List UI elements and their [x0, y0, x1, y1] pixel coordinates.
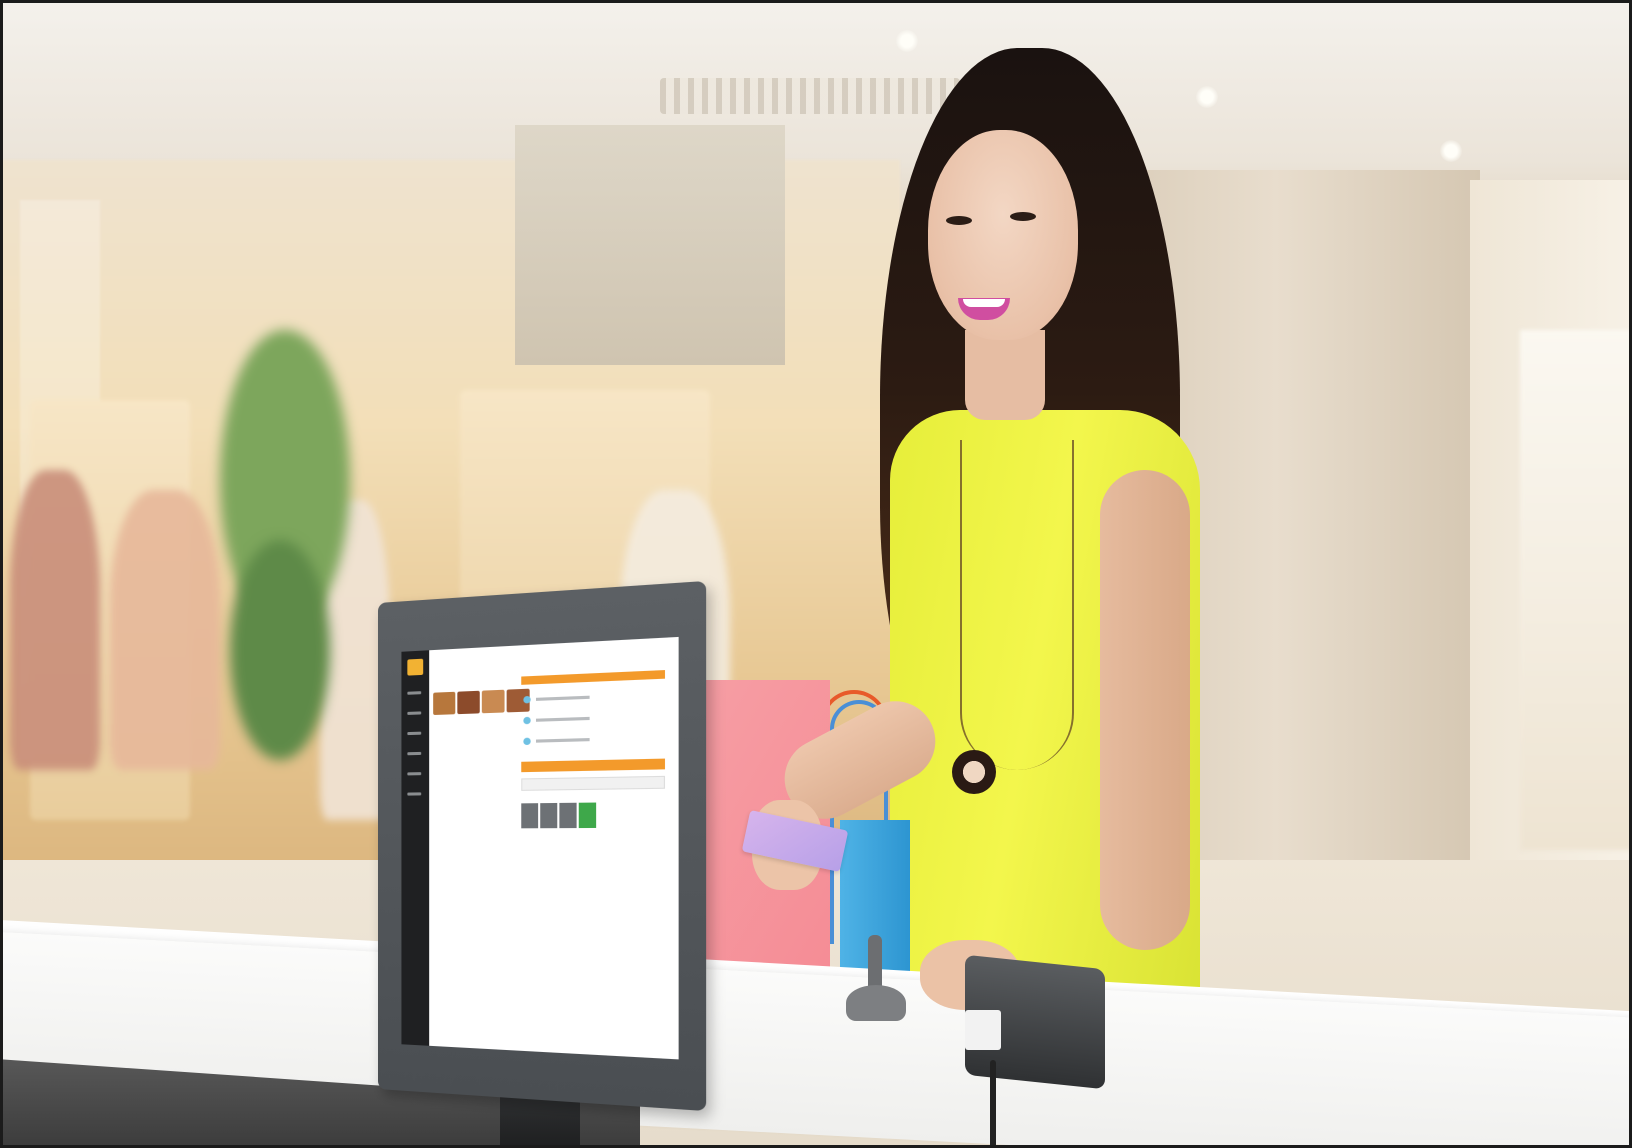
- pos-confirm-key: [578, 802, 597, 829]
- pos-cart-panel: [521, 648, 674, 864]
- stylus-holder: [846, 985, 906, 1021]
- pos-total-bar: [521, 758, 665, 773]
- pos-monitor: [378, 580, 707, 1112]
- pos-nav-item: [407, 691, 422, 695]
- product-thumbnail: [457, 690, 480, 715]
- pos-key: [540, 802, 558, 829]
- shop-window: [1520, 330, 1632, 850]
- clothing-rack: [110, 490, 220, 770]
- eye: [1010, 212, 1036, 221]
- arm: [1100, 470, 1190, 950]
- pos-sidebar: [401, 650, 430, 1046]
- pendant: [952, 750, 996, 794]
- pos-product-grid: [433, 664, 530, 790]
- pos-key: [559, 802, 577, 829]
- pos-cart-header: [521, 670, 665, 685]
- ceiling-vent: [660, 78, 960, 114]
- clothing-rack: [10, 470, 100, 770]
- ceiling-light: [1196, 86, 1218, 108]
- cart-item: [521, 733, 665, 748]
- ceiling-light: [896, 30, 918, 52]
- pos-nav-item: [407, 731, 422, 736]
- product-thumbnail: [433, 691, 456, 716]
- teeth: [963, 299, 1005, 307]
- pos-screen: [401, 636, 679, 1060]
- pos-nav-item: [407, 751, 422, 756]
- neck: [965, 330, 1045, 420]
- cart-item: [521, 689, 665, 705]
- ceiling-light: [1440, 140, 1462, 162]
- terminal-cable: [990, 1060, 996, 1148]
- pos-nav-item: [407, 772, 422, 776]
- pos-nav-item: [407, 792, 422, 796]
- necklace: [960, 440, 1074, 770]
- pos-logo-icon: [407, 658, 424, 676]
- photo-scene: [0, 0, 1632, 1148]
- product-thumbnail: [481, 689, 505, 714]
- store-sign-panel: [515, 125, 785, 365]
- pos-note-field: [521, 775, 665, 791]
- potted-plant: [230, 540, 330, 760]
- cart-item: [521, 711, 665, 726]
- pos-key: [521, 803, 539, 829]
- pos-nav-item: [407, 711, 422, 715]
- eye: [946, 216, 972, 225]
- card-reader-slot: [965, 1010, 1001, 1050]
